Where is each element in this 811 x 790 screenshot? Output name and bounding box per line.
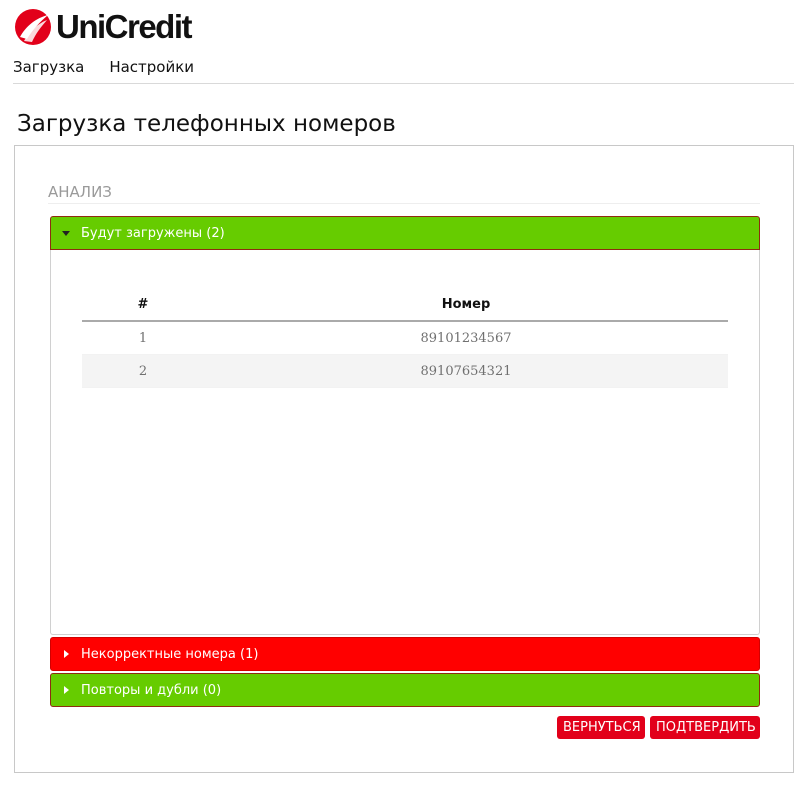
main-nav: Загрузка Настройки (13, 58, 194, 76)
back-button[interactable]: ВЕРНУТЬСЯ (557, 716, 645, 739)
accordion-to-be-uploaded[interactable]: Будут загружены (2) (50, 216, 760, 250)
column-header-number[interactable]: Номер (204, 288, 728, 322)
accordion-content: # Номер 1 89101234567 2 89107654321 (50, 250, 760, 635)
nav-divider (13, 83, 794, 84)
nav-item-settings[interactable]: Настройки (109, 58, 194, 76)
accordion-duplicates[interactable]: Повторы и дубли (0) (50, 673, 760, 707)
table-row: 2 89107654321 (82, 354, 728, 388)
caret-down-icon (51, 230, 81, 236)
brand-logo[interactable]: UniCredit (14, 7, 193, 47)
numbers-table: # Номер 1 89101234567 2 89107654321 (82, 288, 728, 388)
row-phone-number: 89107654321 (204, 354, 728, 388)
unicredit-logo-icon (14, 8, 52, 46)
accordion-label: Будут загружены (2) (81, 225, 225, 241)
confirm-button[interactable]: ПОДТВЕРДИТЬ (650, 716, 760, 739)
nav-item-upload[interactable]: Загрузка (13, 58, 84, 76)
row-phone-number: 89101234567 (204, 321, 728, 355)
accordion-label: Некорректные номера (1) (81, 646, 259, 662)
column-header-index[interactable]: # (82, 288, 204, 322)
brand-name: UniCredit (56, 8, 193, 45)
section-title: АНАЛИЗ (48, 183, 112, 201)
accordion-label: Повторы и дубли (0) (81, 682, 222, 698)
page-title: Загрузка телефонных номеров (17, 111, 396, 137)
caret-right-icon (51, 686, 81, 694)
section-divider (48, 203, 760, 204)
row-index: 2 (82, 354, 204, 388)
analysis-panel: АНАЛИЗ Будут загружены (2) # Номер 1 891… (14, 145, 794, 773)
accordion-invalid-numbers[interactable]: Некорректные номера (1) (50, 637, 760, 671)
table-row: 1 89101234567 (82, 321, 728, 355)
caret-right-icon (51, 650, 81, 658)
table-header-row: # Номер (82, 288, 728, 322)
row-index: 1 (82, 321, 204, 355)
